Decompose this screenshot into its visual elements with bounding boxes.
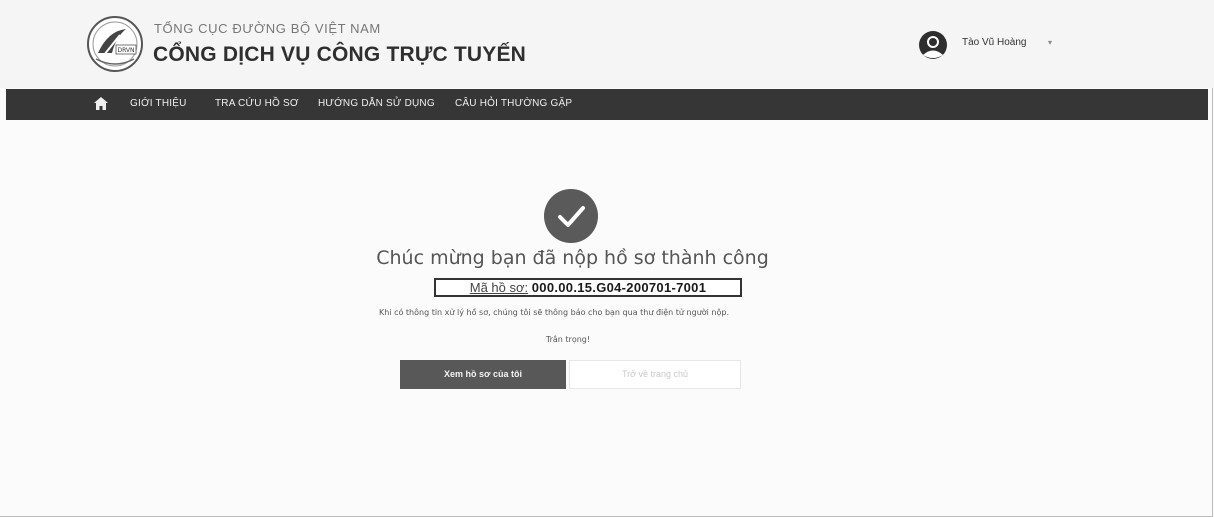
logo[interactable]: DRVN	[86, 15, 144, 73]
back-home-button[interactable]: Trở về trang chủ	[569, 360, 741, 389]
case-number-label: Mã hồ sơ:	[469, 280, 529, 295]
logo-text: DRVN	[117, 47, 134, 54]
nav-item-gioi-thieu[interactable]: GIỚI THIỆU	[130, 98, 187, 109]
org-name: TỔNG CỤC ĐƯỜNG BỘ VIỆT NAM	[154, 21, 381, 36]
portal-title[interactable]: CỔNG DỊCH VỤ CÔNG TRỰC TUYẾN	[153, 43, 526, 67]
view-my-files-button[interactable]: Xem hồ sơ của tôi	[400, 360, 566, 389]
home-icon[interactable]	[94, 97, 108, 110]
nav-item-cau-hoi-thuong-gap[interactable]: CÂU HỎI THƯỜNG GẶP	[455, 98, 572, 109]
success-title: Chúc mừng bạn đã nộp hồ sơ thành công	[376, 247, 769, 269]
user-name[interactable]: Tào Vũ Hoàng	[962, 37, 1027, 48]
case-number-value: 000.00.15.G04-200701-7001	[531, 280, 707, 295]
case-number-box: Mã hồ sơ: 000.00.15.G04-200701-7001	[434, 278, 742, 297]
header: DRVN TỔNG CỤC ĐƯỜNG BỘ VIỆT NAM CỔNG DỊC…	[0, 0, 1214, 88]
page: ↖ DRVN TỔNG CỤC ĐƯỜNG BỘ VIỆT NAM CỔNG D…	[0, 0, 1214, 517]
notice-text: Khi có thông tin xử lý hồ sơ, chúng tôi …	[378, 308, 730, 317]
chevron-down-icon[interactable]: ▾	[1048, 38, 1052, 47]
nav-item-huong-dan-su-dung[interactable]: HƯỚNG DẪN SỬ DỤNG	[318, 98, 435, 109]
user-avatar-icon[interactable]	[918, 30, 948, 60]
check-circle-icon	[544, 189, 598, 243]
regards-text: Trân trọng!	[545, 335, 591, 344]
main-navigation: GIỚI THIỆU TRA CỨU HỒ SƠ HƯỚNG DẪN SỬ DỤ…	[6, 89, 1208, 120]
nav-item-tra-cuu-ho-so[interactable]: TRA CỨU HỒ SƠ	[215, 98, 299, 109]
